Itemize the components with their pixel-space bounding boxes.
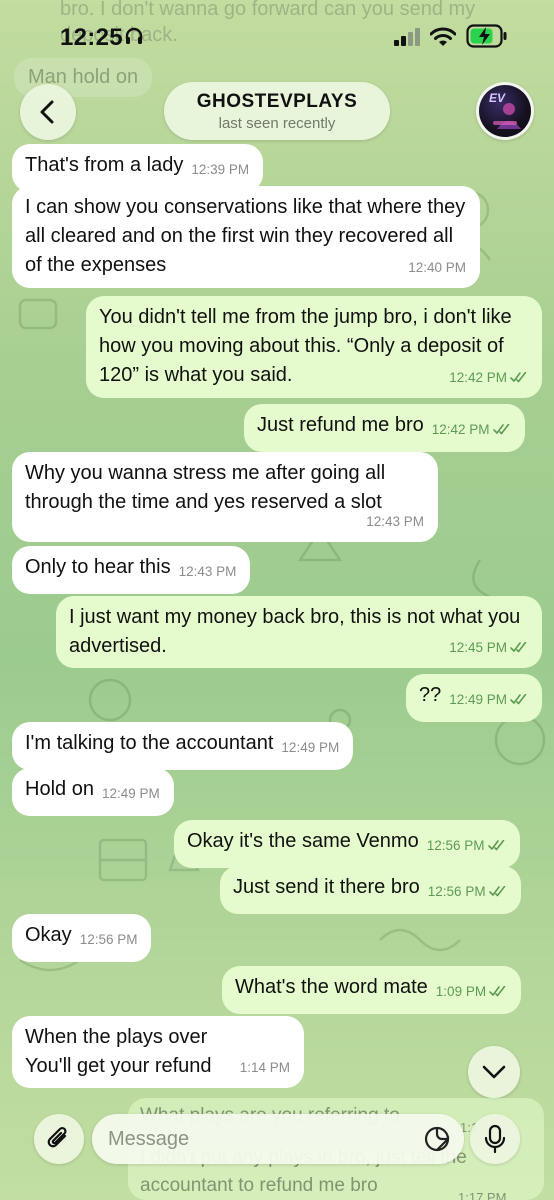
message-meta: 12:45 PM [449,633,528,662]
back-button[interactable] [20,84,76,140]
message-meta: 12:49 PM [449,685,528,714]
message-outgoing[interactable]: What's the word mate 1:09 PM [222,966,522,1014]
ghost-time-2: 1:17 PM [458,1190,507,1200]
microphone-button[interactable] [470,1114,520,1164]
message-outgoing[interactable]: Okay it's the same Venmo 12:56 PM [174,820,520,868]
double-check-icon [488,886,505,897]
contact-name: GHOSTEVPLAYS [196,91,358,112]
message-time: 12:40 PM [408,260,466,275]
contact-status: last seen recently [218,115,336,132]
message-text: Hold on [25,778,94,800]
message-text: I can show you conservations like that w… [25,196,466,276]
message-incoming[interactable]: I can show you conservations like that w… [12,186,480,288]
paperclip-icon [47,1126,67,1148]
message-text: What's the word mate [235,976,428,998]
message-outgoing[interactable]: Just send it there bro 12:56 PM [220,866,521,914]
message-text: Okay [25,924,72,946]
scroll-to-bottom-button[interactable] [468,1046,520,1098]
double-check-icon [492,424,509,435]
message-text: ?? [419,684,442,706]
status-time: 12:25 [60,24,123,51]
message-time: 12:42 PM [449,370,507,385]
message-text: Just send it there bro [233,876,420,898]
message-incoming[interactable]: Only to hear this 12:43 PM [12,546,251,594]
double-check-icon [510,694,527,705]
message-meta: 12:56 PM [427,831,506,860]
message-text: That's from a lady [25,154,184,176]
double-check-icon [510,642,527,653]
message-time: 12:56 PM [79,932,138,947]
message-input-container[interactable] [92,1114,464,1164]
microphone-icon [484,1124,506,1154]
message-time: 12:49 PM [449,692,508,707]
message-text: Why you wanna stress me after going all … [25,462,386,513]
message-outgoing[interactable]: You didn't tell me from the jump bro, i … [86,296,542,398]
message-meta: 12:42 PM [432,415,511,444]
message-outgoing[interactable]: Just refund me bro 12:42 PM [244,404,525,452]
message-outgoing[interactable]: I just want my money back bro, this is n… [56,596,542,668]
chevron-down-icon [482,1065,506,1079]
message-time: 12:49 PM [101,786,160,801]
message-input[interactable] [108,1114,408,1164]
message-outgoing[interactable]: ?? 12:49 PM [406,674,543,722]
message-text: When the plays over You'll get your refu… [25,1026,212,1077]
message-time: 12:49 PM [281,740,340,755]
sticker-icon[interactable] [424,1126,450,1152]
double-check-icon [489,986,506,997]
message-incoming[interactable]: Why you wanna stress me after going all … [12,452,438,542]
message-text: Okay it's the same Venmo [187,830,419,852]
message-meta: 1:09 PM [436,977,507,1006]
attach-button[interactable] [34,1114,84,1164]
chat-header[interactable]: GHOSTEVPLAYS last seen recently [164,82,390,140]
message-text: Just refund me bro [257,414,424,436]
message-time: 12:43 PM [366,514,424,529]
headphones-icon [125,27,143,44]
avatar-image: EV [479,85,531,137]
wifi-icon [430,27,456,46]
battery-charging-icon [466,24,507,48]
chevron-left-icon [40,100,54,124]
message-incoming[interactable]: I'm talking to the accountant 12:49 PM [12,722,354,770]
message-time: 12:39 PM [191,162,250,177]
avatar[interactable]: EV [476,82,534,140]
message-time: 12:42 PM [431,422,490,437]
double-check-icon [510,372,527,383]
message-incoming[interactable]: Hold on 12:49 PM [12,768,174,816]
message-time: 12:56 PM [426,838,485,853]
message-time: 12:56 PM [427,884,486,899]
message-incoming[interactable]: Okay 12:56 PM [12,914,152,962]
avatar-figure [493,103,521,129]
message-meta: 12:42 PM [449,363,528,392]
message-incoming[interactable]: When the plays over You'll get your refu… [12,1016,304,1088]
signal-icon [394,28,420,46]
double-check-icon [487,840,504,851]
message-time: 1:09 PM [435,984,487,999]
message-time: 12:45 PM [449,640,507,655]
message-incoming[interactable]: That's from a lady 12:39 PM [12,144,264,192]
message-text: Only to hear this [25,556,171,578]
message-text: I'm talking to the accountant [25,732,274,754]
message-meta: 12:56 PM [428,877,507,906]
message-time: 1:14 PM [239,1060,290,1075]
status-bar: 12:25 [0,0,554,72]
message-time: 12:43 PM [178,564,237,579]
